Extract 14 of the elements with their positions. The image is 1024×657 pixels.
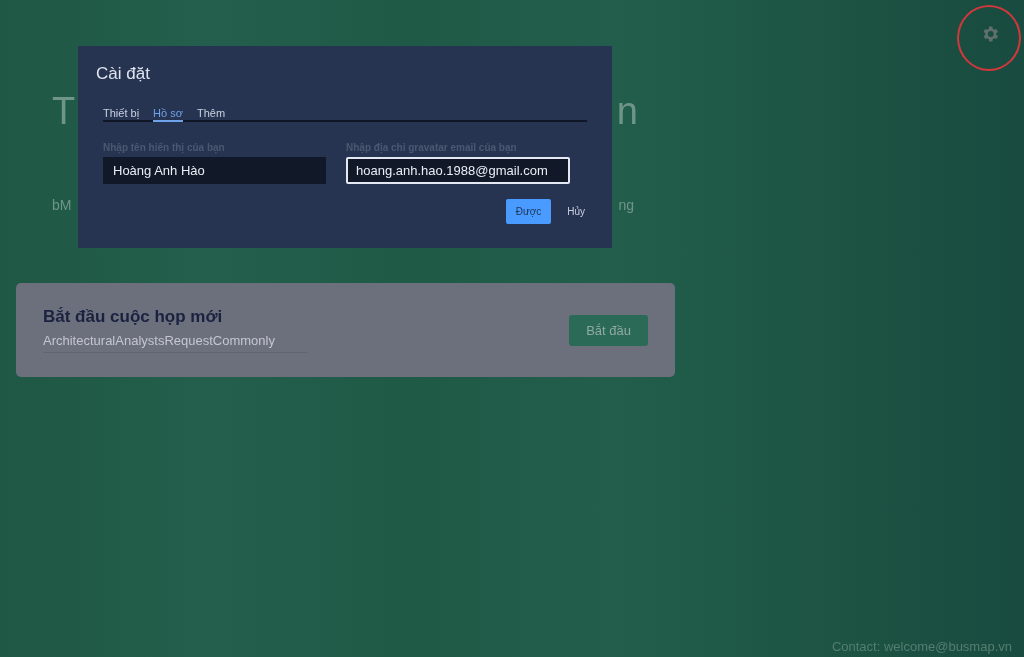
cancel-button[interactable]: Hủy bbox=[565, 199, 587, 224]
contact-text: Contact: welcome@busmap.vn bbox=[831, 639, 1012, 654]
ok-button[interactable]: Được bbox=[505, 199, 552, 224]
page-subtitle: bM bbox=[52, 197, 72, 213]
input-field[interactable]: Hoàng Anh Hào bbox=[103, 157, 326, 184]
dialog-title: Cài đặt bbox=[96, 64, 150, 84]
tab[interactable]: Hồ sơ bbox=[153, 106, 183, 122]
card-title: Bắt đầu cuộc họp mới bbox=[43, 307, 224, 327]
tab[interactable]: Thiết bị bbox=[103, 106, 140, 120]
page-heading: T bbox=[52, 90, 76, 134]
input-field[interactable]: hoang.anh.hao.1988@gmail.com bbox=[346, 157, 570, 184]
tab[interactable]: Thêm bbox=[196, 106, 226, 120]
page-heading: n bbox=[616, 90, 638, 134]
page-subtitle: ng bbox=[618, 197, 634, 213]
